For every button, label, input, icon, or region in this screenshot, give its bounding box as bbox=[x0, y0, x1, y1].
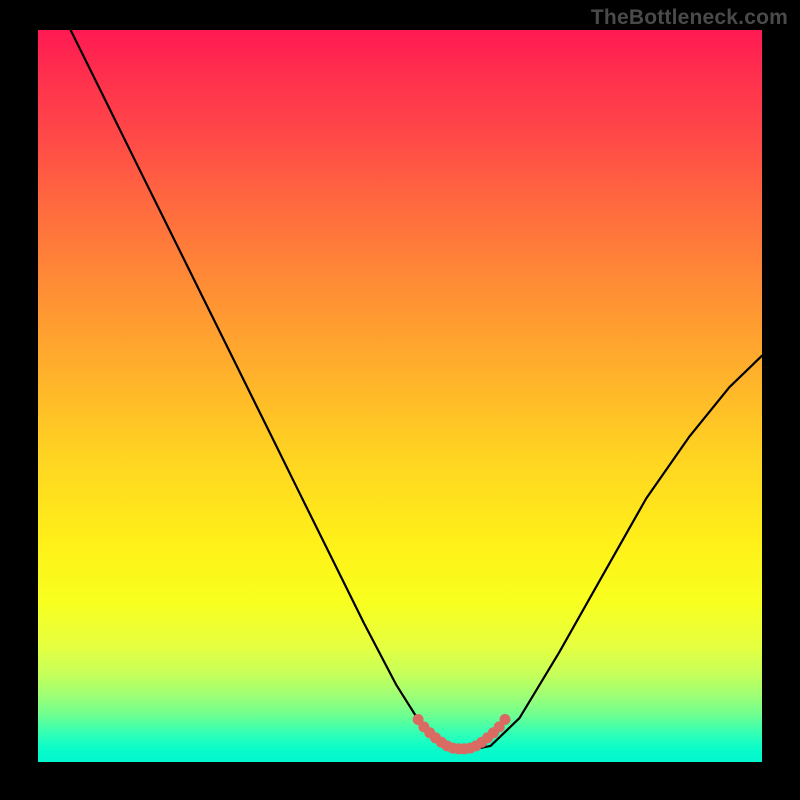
plot-area bbox=[38, 30, 762, 762]
bottleneck-curve bbox=[71, 30, 762, 749]
trough-dot bbox=[500, 714, 511, 725]
curve-svg bbox=[38, 30, 762, 762]
trough-highlight bbox=[413, 714, 511, 754]
watermark-text: TheBottleneck.com bbox=[591, 6, 788, 30]
chart-frame: TheBottleneck.com bbox=[0, 0, 800, 800]
